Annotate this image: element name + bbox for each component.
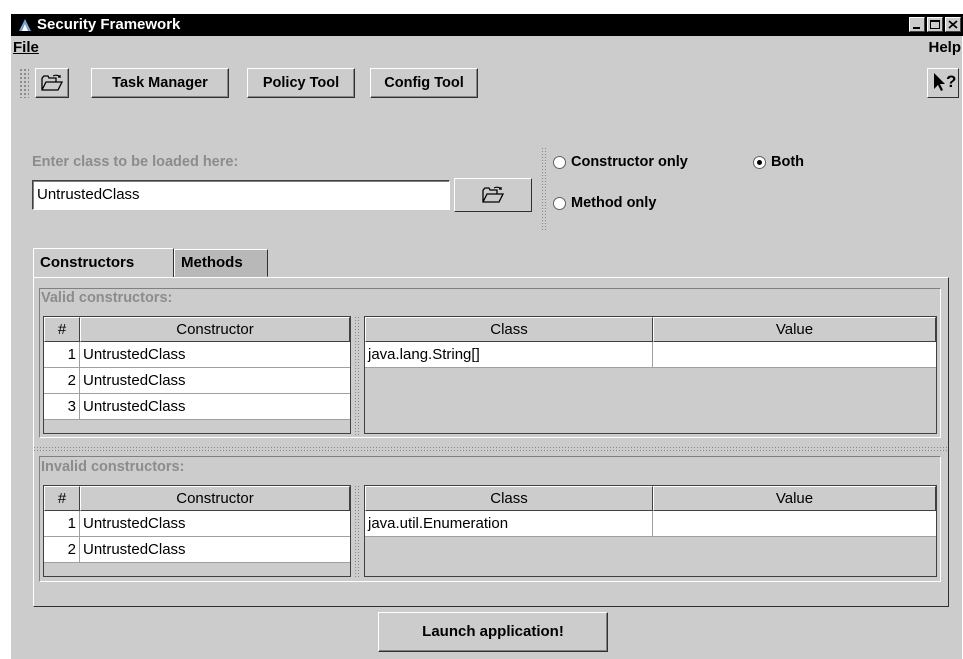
table-row-num[interactable]: 3 <box>44 394 80 420</box>
policy-tool-button[interactable]: Policy Tool <box>247 68 355 98</box>
table-row-constructor[interactable]: UntrustedClass <box>80 537 350 563</box>
invalid-constructors-table[interactable]: # Constructor 1 UntrustedClass 2 Untrust… <box>43 485 351 577</box>
column-header-value[interactable]: Value <box>653 317 936 342</box>
open-folder-icon <box>41 74 63 91</box>
column-header-value[interactable]: Value <box>653 486 936 511</box>
radio-both[interactable]: Both <box>753 154 804 170</box>
minimize-button[interactable] <box>909 17 925 32</box>
menu-file-label: File <box>13 39 39 56</box>
radio-both-label: Both <box>771 154 805 170</box>
invalid-split-handle[interactable] <box>354 485 360 579</box>
table-row-num[interactable]: 2 <box>44 537 80 563</box>
param-class-cell[interactable]: java.lang.String[] <box>365 342 653 368</box>
valid-params-table[interactable]: Class Value java.lang.String[] <box>364 316 937 434</box>
param-value-cell[interactable] <box>653 342 936 368</box>
tab-constructors[interactable]: Constructors <box>33 248 174 278</box>
open-button[interactable] <box>35 68 69 98</box>
table-row-num[interactable]: 2 <box>44 368 80 394</box>
radio-method-only[interactable]: Method only <box>553 195 656 211</box>
class-name-input[interactable]: UntrustedClass <box>32 180 450 210</box>
close-icon <box>948 20 958 29</box>
column-header-constructor[interactable]: Constructor <box>80 486 350 511</box>
close-button[interactable] <box>945 17 961 32</box>
tab-methods[interactable]: Methods <box>174 249 268 277</box>
radio-constructor-only-label: Constructor only <box>571 154 688 170</box>
menu-help[interactable]: Help <box>928 39 961 56</box>
task-manager-button[interactable]: Task Manager <box>91 68 229 98</box>
table-row-num[interactable]: 1 <box>44 342 80 368</box>
java-cup-icon <box>19 19 31 31</box>
table-row-num[interactable]: 1 <box>44 511 80 537</box>
menu-file[interactable]: File <box>13 39 39 56</box>
radio-indicator <box>553 196 566 210</box>
radio-indicator <box>553 155 566 169</box>
valid-constructors-label: Valid constructors: <box>41 290 173 306</box>
radio-indicator-selected <box>753 155 766 169</box>
radio-method-only-label: Method only <box>571 195 657 211</box>
title-bar: Security Framework <box>11 14 963 36</box>
browse-class-button[interactable] <box>454 178 532 212</box>
valid-split-handle[interactable] <box>354 316 360 436</box>
app-window: Security Framework File Help Task Manage… <box>10 14 963 659</box>
window-title: Security Framework <box>37 16 181 33</box>
option-divider <box>541 147 547 231</box>
section-split-handle[interactable] <box>33 446 949 451</box>
radio-constructor-only[interactable]: Constructor only <box>553 154 688 170</box>
column-header-num[interactable]: # <box>44 317 80 342</box>
context-help-button[interactable]: ? <box>927 68 959 98</box>
column-header-class[interactable]: Class <box>365 317 653 342</box>
column-header-num[interactable]: # <box>44 486 80 511</box>
launch-application-button[interactable]: Launch application! <box>378 612 608 652</box>
open-folder-icon <box>482 186 504 203</box>
table-row-constructor[interactable]: UntrustedClass <box>80 342 350 368</box>
help-pointer-icon: ? <box>934 72 956 91</box>
table-row-constructor[interactable]: UntrustedClass <box>80 368 350 394</box>
minimize-icon <box>913 27 920 29</box>
class-input-label: Enter class to be loaded here: <box>32 154 239 170</box>
invalid-params-table[interactable]: Class Value java.util.Enumeration <box>364 485 937 577</box>
toolbar: Task Manager Policy Tool Config Tool ? <box>11 62 963 98</box>
table-row-constructor[interactable]: UntrustedClass <box>80 511 350 537</box>
column-header-class[interactable]: Class <box>365 486 653 511</box>
param-class-cell[interactable]: java.util.Enumeration <box>365 511 653 537</box>
toolbar-grip[interactable] <box>19 68 29 98</box>
valid-constructors-table[interactable]: # Constructor 1 UntrustedClass 2 Untrust… <box>43 316 351 434</box>
param-value-cell[interactable] <box>653 511 936 537</box>
invalid-constructors-label: Invalid constructors: <box>41 459 185 475</box>
table-row-constructor[interactable]: UntrustedClass <box>80 394 350 420</box>
maximize-icon <box>930 20 940 29</box>
menu-bar: File Help <box>11 36 963 60</box>
svg-text:?: ? <box>946 72 956 91</box>
column-header-constructor[interactable]: Constructor <box>80 317 350 342</box>
maximize-button[interactable] <box>927 17 943 32</box>
menu-help-label: Help <box>928 39 961 56</box>
config-tool-button[interactable]: Config Tool <box>370 68 478 98</box>
